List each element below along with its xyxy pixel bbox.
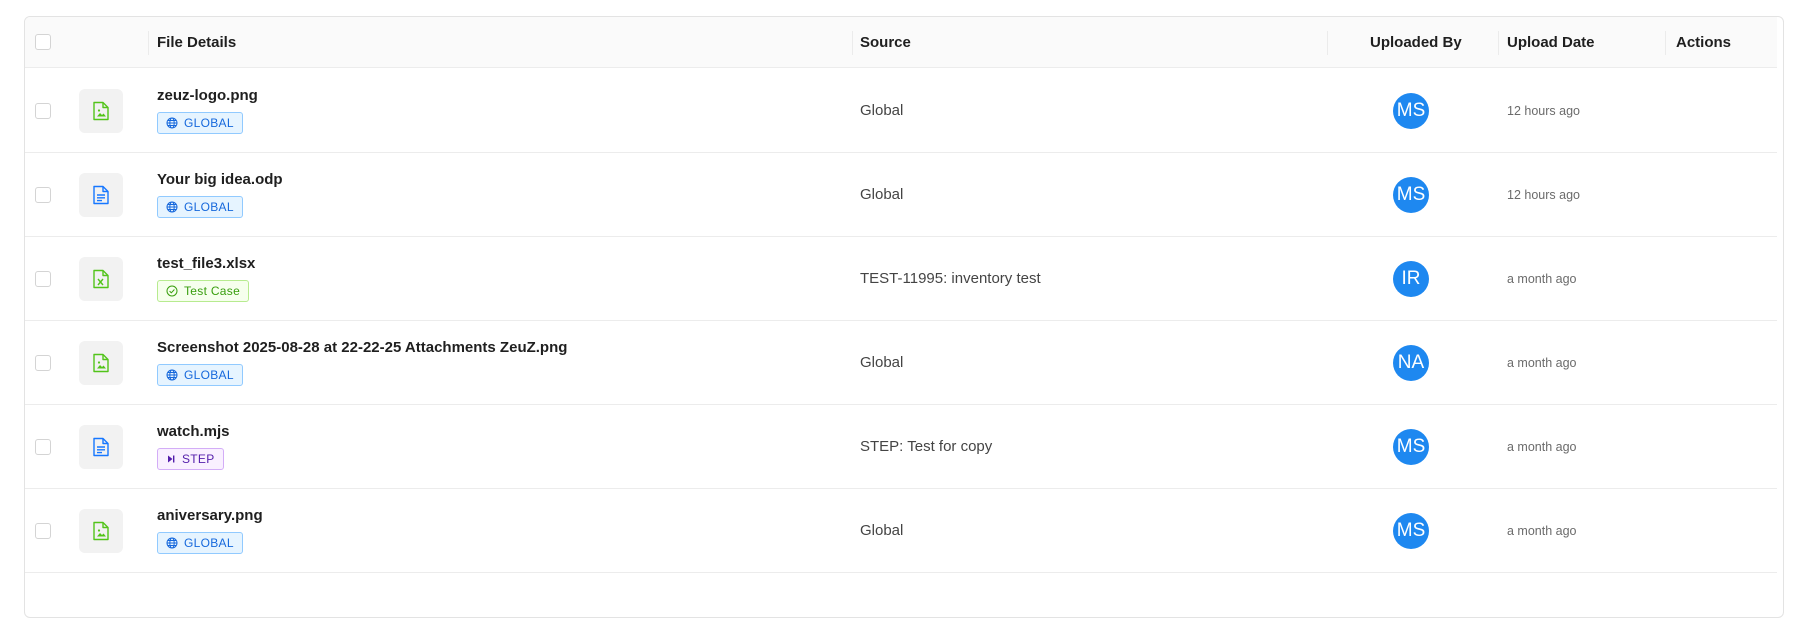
table-row[interactable]: test_file3.xlsx Test Case TEST-11995: in… xyxy=(25,237,1777,321)
upload-date: a month ago xyxy=(1507,355,1577,370)
row-select-checkbox[interactable] xyxy=(35,522,51,539)
scope-tag-label: GLOBAL xyxy=(184,200,234,214)
row-select-checkbox[interactable] xyxy=(35,438,51,455)
table-row[interactable]: watch.mjs STEP STEP: Test for copy MS a … xyxy=(25,405,1777,489)
globe-icon xyxy=(166,537,178,549)
check-circle-icon xyxy=(166,285,178,297)
column-divider xyxy=(1665,31,1666,55)
column-header-source[interactable]: Source xyxy=(860,34,911,51)
uploader-initials: NA xyxy=(1397,351,1425,373)
scope-tag-label: GLOBAL xyxy=(184,536,234,550)
scope-tag-label: GLOBAL xyxy=(184,116,234,130)
uploader-avatar[interactable]: NA xyxy=(1393,344,1429,381)
uploader-initials: MS xyxy=(1396,519,1426,541)
text-file-icon xyxy=(79,424,123,469)
row-select-checkbox[interactable] xyxy=(35,354,51,371)
uploader-avatar[interactable]: MS xyxy=(1393,92,1429,129)
source-text: Global xyxy=(860,102,904,119)
upload-date: 12 hours ago xyxy=(1507,103,1580,118)
scope-tag: GLOBAL xyxy=(157,364,243,386)
uploader-avatar[interactable]: MS xyxy=(1393,512,1429,549)
file-name[interactable]: aniversary.png xyxy=(157,507,263,524)
globe-icon xyxy=(166,117,178,129)
file-name[interactable]: test_file3.xlsx xyxy=(157,255,255,272)
uploader-avatar[interactable]: IR xyxy=(1393,260,1429,297)
uploader-initials: MS xyxy=(1396,99,1426,121)
scope-tag: GLOBAL xyxy=(157,196,243,218)
table-row[interactable]: zeuz-logo.png GLOBAL Global MS 12 hours … xyxy=(25,69,1777,153)
select-all-checkbox[interactable] xyxy=(35,34,51,50)
upload-date: a month ago xyxy=(1507,439,1577,454)
row-select-checkbox[interactable] xyxy=(35,186,51,203)
upload-date: a month ago xyxy=(1507,523,1577,538)
uploader-initials: MS xyxy=(1396,435,1426,457)
upload-date: a month ago xyxy=(1507,271,1577,286)
table-header: File Details Source Uploaded By Upload D… xyxy=(25,17,1777,68)
image-file-icon xyxy=(79,340,123,385)
column-divider xyxy=(852,31,853,55)
file-details: test_file3.xlsx Test Case xyxy=(157,237,255,320)
source-text: STEP: Test for copy xyxy=(860,438,993,455)
scope-tag-label: Test Case xyxy=(184,284,241,298)
row-select-checkbox[interactable] xyxy=(35,102,51,119)
image-file-icon xyxy=(79,508,123,553)
row-select-checkbox[interactable] xyxy=(35,270,51,287)
scope-tag: Test Case xyxy=(157,280,250,302)
file-details: zeuz-logo.png GLOBAL xyxy=(157,69,258,152)
column-divider xyxy=(148,31,149,55)
scope-tag: GLOBAL xyxy=(157,532,243,554)
globe-icon xyxy=(166,369,178,381)
uploader-initials: IR xyxy=(1401,267,1421,289)
file-name[interactable]: Your big idea.odp xyxy=(157,171,283,188)
file-details: aniversary.png GLOBAL xyxy=(157,489,263,572)
file-name[interactable]: Screenshot 2025-08-28 at 22-22-25 Attach… xyxy=(157,339,567,356)
scope-tag-label: STEP xyxy=(182,452,215,466)
table-row[interactable]: aniversary.png GLOBAL Global MS a month … xyxy=(25,489,1777,573)
source-text: TEST-11995: inventory test xyxy=(860,270,1041,287)
file-details: watch.mjs STEP xyxy=(157,405,230,488)
column-divider xyxy=(1498,31,1499,55)
file-name[interactable]: watch.mjs xyxy=(157,423,230,440)
uploader-initials: MS xyxy=(1396,183,1426,205)
table-row[interactable]: Screenshot 2025-08-28 at 22-22-25 Attach… xyxy=(25,321,1777,405)
upload-date: 12 hours ago xyxy=(1507,187,1580,202)
spreadsheet-file-icon xyxy=(79,256,123,301)
scope-tag: GLOBAL xyxy=(157,112,243,134)
file-details: Screenshot 2025-08-28 at 22-22-25 Attach… xyxy=(157,321,567,404)
uploader-avatar[interactable]: MS xyxy=(1393,428,1429,465)
attachments-table: File Details Source Uploaded By Upload D… xyxy=(24,16,1784,618)
column-header-file-details[interactable]: File Details xyxy=(157,34,236,51)
source-text: Global xyxy=(860,354,904,371)
uploader-avatar[interactable]: MS xyxy=(1393,176,1429,213)
column-divider xyxy=(1327,31,1328,55)
source-text: Global xyxy=(860,522,904,539)
globe-icon xyxy=(166,201,178,213)
column-header-actions: Actions xyxy=(1676,33,1732,51)
step-forward-icon xyxy=(166,454,176,464)
text-file-icon xyxy=(79,172,123,217)
file-name[interactable]: zeuz-logo.png xyxy=(157,87,258,104)
column-header-uploaded-by[interactable]: Uploaded By xyxy=(1370,34,1462,51)
source-text: Global xyxy=(860,186,904,203)
scope-tag: STEP xyxy=(157,448,224,470)
image-file-icon xyxy=(79,88,123,133)
column-header-upload-date[interactable]: Upload Date xyxy=(1507,34,1595,51)
scope-tag-label: GLOBAL xyxy=(184,368,234,382)
table-row[interactable]: Your big idea.odp GLOBAL Global MS 12 ho… xyxy=(25,153,1777,237)
file-details: Your big idea.odp GLOBAL xyxy=(157,153,283,236)
